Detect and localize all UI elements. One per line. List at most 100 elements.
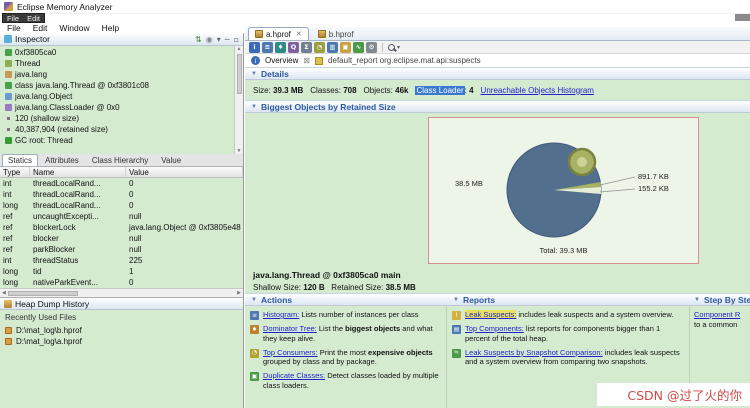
thread-overview-icon[interactable]: ∿ — [353, 41, 364, 53]
menu-overlay[interactable]: File Edit — [2, 13, 46, 23]
collapse-icon[interactable]: ▼ — [251, 297, 257, 303]
cell-value: 0 — [129, 201, 134, 210]
tree-item[interactable]: 0xf3805ca0 — [0, 47, 234, 58]
table-row[interactable]: int threadStatus 225 — [0, 255, 243, 266]
table-horizontal-scrollbar[interactable]: ◀ ▶ — [0, 288, 243, 297]
column-header-type[interactable]: Type — [0, 167, 30, 177]
actions-section-header[interactable]: ▼ Actions — [245, 293, 447, 306]
menu-help[interactable]: Help — [102, 23, 119, 33]
retained-size-label: Retained Size: — [331, 283, 384, 292]
editor-tab-b[interactable]: b.hprof — [311, 27, 361, 40]
view-menu-icon[interactable]: ▾ — [217, 35, 221, 44]
details-section-header[interactable]: ▼ Details — [245, 67, 750, 80]
column-header-name[interactable]: Name — [30, 167, 126, 177]
oql-icon[interactable]: Q — [288, 41, 299, 53]
cell-value: null — [129, 234, 142, 243]
overview-icon[interactable]: i — [249, 41, 260, 53]
tree-item[interactable]: java.lang — [0, 69, 234, 80]
editor-tab-a[interactable]: a.hprof ✕ — [248, 27, 309, 40]
table-row[interactable]: long threadLocalRand... 0 — [0, 200, 243, 211]
heap-file-item[interactable]: D:\mat_log\b.hprof — [5, 325, 238, 336]
table-row[interactable]: int threadLocalRand... 0 — [0, 189, 243, 200]
scroll-thumb[interactable] — [7, 290, 78, 296]
retained-size-pie-chart[interactable]: 38.5 MB 891.7 KB 155.2 KB Total: 39.3 MB — [428, 117, 699, 264]
heap-dump-history-header[interactable]: Heap Dump History — [0, 297, 243, 310]
pie-chart-icon[interactable]: ◔ — [314, 41, 325, 53]
menu-file-overlay[interactable]: File — [7, 14, 19, 23]
close-pane-icon[interactable]: ⊠ — [303, 56, 310, 65]
top-consumers-link[interactable]: Top Consumers: — [263, 348, 318, 357]
scroll-left-icon[interactable]: ◀ — [2, 290, 6, 296]
pin-icon[interactable]: ◉ — [206, 35, 213, 44]
tree-item-label: class java.lang.Thread @ 0xf3801c08 — [15, 81, 149, 90]
menu-edit[interactable]: Edit — [33, 23, 48, 33]
chart-icon[interactable]: ▥ — [327, 41, 338, 53]
collapse-icon[interactable]: ▼ — [251, 104, 257, 110]
table-row[interactable]: ref blockerLock java.lang.Object @ 0xf3805… — [0, 222, 243, 233]
tree-scrollbar[interactable]: ▲ ▼ — [234, 46, 243, 154]
histogram-link[interactable]: Histogram: — [263, 310, 299, 319]
cell-value: null — [129, 212, 142, 221]
pie-total-label: Total: 39.3 MB — [539, 246, 588, 255]
component-report-link[interactable]: Component R — [694, 310, 740, 319]
snapshot-comparison-link[interactable]: Leak Suspects by Snapshot Comparison: — [465, 348, 603, 357]
size-value: 39.3 MB — [273, 85, 304, 95]
collapse-icon[interactable]: ▼ — [694, 297, 700, 303]
menu-window[interactable]: Window — [59, 23, 89, 33]
collapse-icon[interactable]: ▼ — [251, 71, 257, 77]
column-header-value[interactable]: Value — [126, 167, 243, 177]
menu-edit-overlay[interactable]: Edit — [27, 14, 40, 23]
sort-icon[interactable]: ⇅ — [195, 35, 202, 44]
tree-item[interactable]: java.lang.Object — [0, 91, 234, 102]
scroll-thumb[interactable] — [236, 54, 242, 94]
tree-item[interactable]: GC root: Thread — [0, 135, 234, 146]
tab-value[interactable]: Value — [155, 154, 187, 166]
scroll-up-icon[interactable]: ▲ — [237, 46, 242, 52]
menu-file[interactable]: File — [7, 23, 21, 33]
tab-statics[interactable]: Statics — [2, 154, 39, 166]
search-dropdown-icon[interactable]: ▾ — [397, 44, 400, 51]
collapse-icon[interactable]: ▼ — [453, 297, 459, 303]
toolbar-separator — [382, 42, 383, 52]
biggest-objects-section-header[interactable]: ▼ Biggest Objects by Retained Size — [245, 100, 750, 113]
table-row[interactable]: int threadLocalRand... 0 — [0, 178, 243, 189]
minimize-icon[interactable]: ─ — [225, 35, 230, 44]
unreachable-objects-link[interactable]: Unreachable Objects Histogram — [481, 86, 594, 95]
table-row[interactable]: ref parkBlocker null — [0, 244, 243, 255]
reports-section-header[interactable]: ▼ Reports — [447, 293, 690, 306]
dominator-tree-link[interactable]: Dominator Tree: — [263, 324, 317, 333]
cell-name: parkBlocker — [33, 245, 76, 254]
tree-item-label: 0xf3805ca0 — [15, 48, 57, 57]
objects-label: Objects: — [363, 85, 393, 95]
maximize-icon[interactable]: ▫ — [234, 35, 239, 44]
tree-item[interactable]: java.lang.ClassLoader @ 0x0 — [0, 102, 234, 113]
dominator-tree-icon[interactable]: ♦ — [275, 41, 286, 53]
heap-file-item[interactable]: D:\mat_log\a.hprof — [5, 336, 238, 347]
sum-icon[interactable]: Σ — [301, 41, 312, 53]
cell-type: long — [3, 278, 19, 287]
scroll-right-icon[interactable]: ▶ — [237, 290, 241, 296]
package-icon[interactable]: ▣ — [340, 41, 351, 53]
table-row[interactable]: long nativeParkEvent... 0 — [0, 277, 243, 288]
selected-object-label[interactable]: java.lang.Thread @ 0xf3805ca0 main — [253, 270, 401, 280]
tree-item[interactable]: 120 (shallow size) — [0, 113, 234, 124]
leak-suspects-link[interactable]: Leak Suspects: — [465, 310, 517, 319]
settings-icon[interactable]: ⚙ — [366, 41, 377, 53]
top-components-link[interactable]: Top Components: — [465, 324, 524, 333]
duplicate-classes-link[interactable]: Duplicate Classes: — [263, 371, 325, 380]
report-pane-label[interactable]: default_report org.eclipse.mat.api:suspe… — [328, 56, 481, 65]
bullet-icon — [7, 117, 10, 120]
table-row[interactable]: long tid 1 — [0, 266, 243, 277]
tree-item[interactable]: Thread — [0, 58, 234, 69]
search-icon[interactable] — [388, 43, 395, 51]
table-row[interactable]: ref uncaughtExcepti... null — [0, 211, 243, 222]
tab-class-hierarchy[interactable]: Class Hierarchy — [86, 154, 154, 166]
overview-pane-label[interactable]: Overview — [265, 56, 298, 65]
histogram-icon[interactable]: ≡ — [262, 41, 273, 53]
tree-item[interactable]: 40,387,904 (retained size) — [0, 124, 234, 135]
close-icon[interactable]: ✕ — [296, 30, 302, 38]
step-by-step-section-header[interactable]: ▼ Step By Step — [690, 293, 750, 306]
tab-attributes[interactable]: Attributes — [39, 154, 85, 166]
table-row[interactable]: ref blocker null — [0, 233, 243, 244]
tree-item[interactable]: class java.lang.Thread @ 0xf3801c08 — [0, 80, 234, 91]
